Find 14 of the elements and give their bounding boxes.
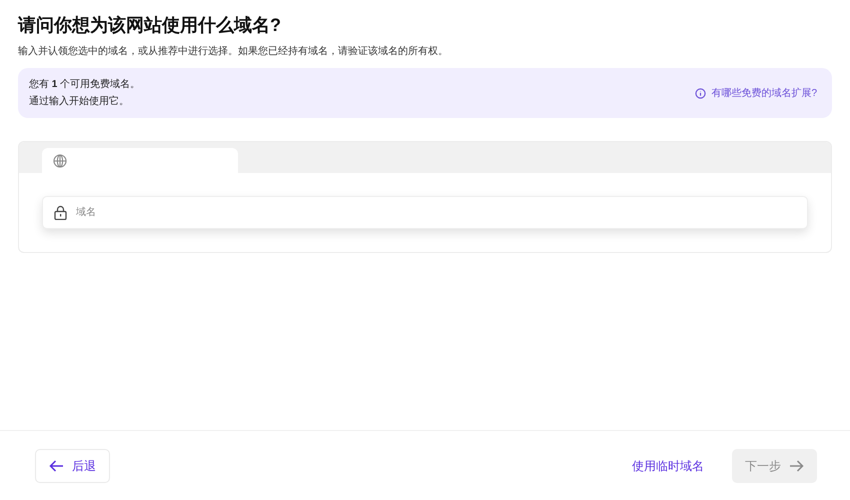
globe-icon xyxy=(53,154,67,168)
banner-text: 您有 1 个可用免费域名。 xyxy=(29,78,140,92)
info-icon xyxy=(695,88,706,98)
back-button[interactable]: 后退 xyxy=(35,448,110,482)
arrow-right-icon xyxy=(789,460,804,472)
page-description: 输入并认领您选中的域名，或从推荐中进行选择。如果您已经持有域名，请验证该域名的所有权。 xyxy=(18,44,449,59)
temporary-domain-link[interactable]: 使用临时域名 xyxy=(632,456,704,474)
lock-icon xyxy=(54,205,67,220)
arrow-left-icon xyxy=(49,460,64,472)
help-link[interactable]: 有哪些免费的域名扩展? xyxy=(695,86,817,100)
banner-text: 通过输入开始使用它。 xyxy=(29,94,130,109)
domain-field[interactable]: 域名 xyxy=(42,196,808,229)
domain-tab[interactable] xyxy=(42,148,238,173)
page-title: 请问你想为该网站使用什么域名? xyxy=(18,14,282,37)
